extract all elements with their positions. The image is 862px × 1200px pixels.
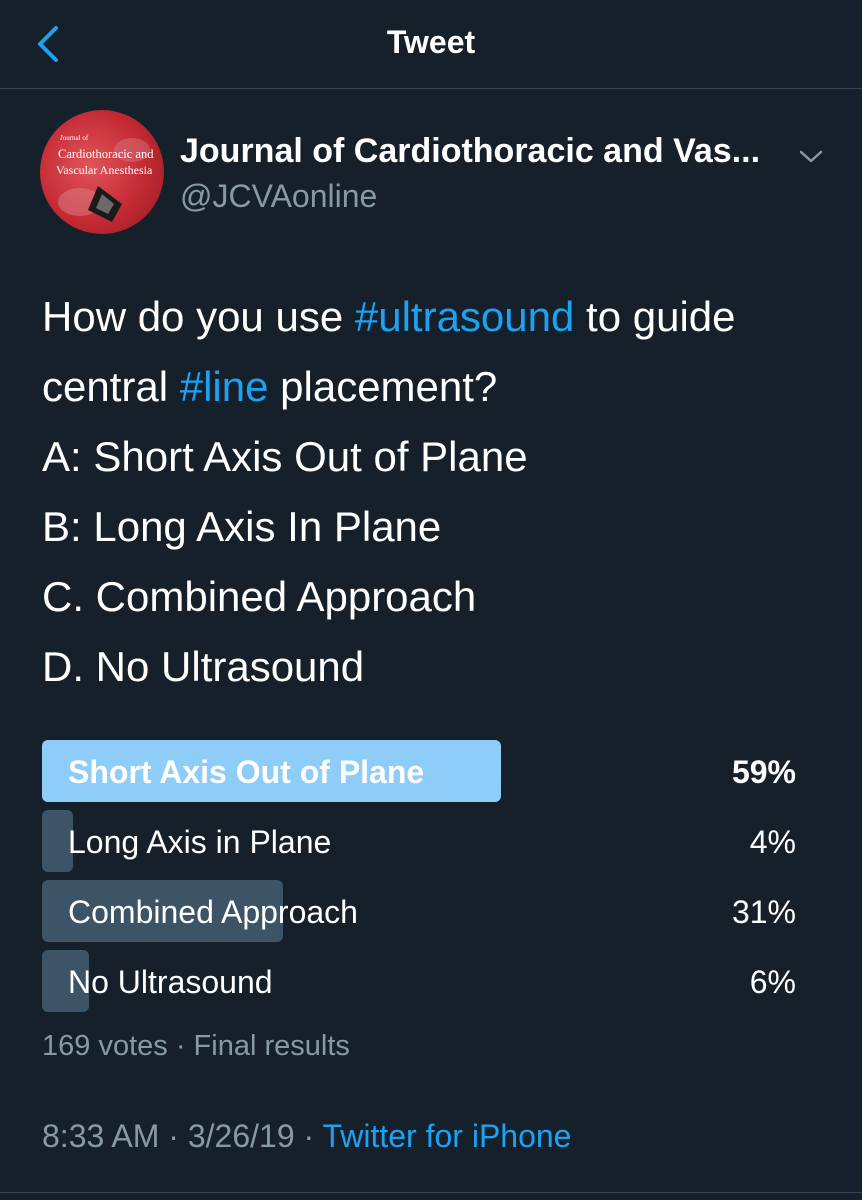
separator: · — [159, 1118, 188, 1154]
tweet-text-segment: How do you use — [42, 293, 355, 340]
tweet-text-segment: to guide — [574, 293, 736, 340]
tweet-option-b: B: Long Axis In Plane — [42, 503, 442, 550]
poll-option-label: Long Axis in Plane — [68, 824, 332, 860]
divider — [0, 1192, 862, 1193]
chevron-down-icon — [799, 150, 823, 163]
poll: Short Axis Out of Plane 59% Long Axis in… — [42, 740, 796, 1020]
logo-text-2: Cardiothoracic and — [58, 147, 154, 161]
tweet-author: Journal of Cardiothoracic and Vascular A… — [40, 110, 830, 234]
tweet-option-a: A: Short Axis Out of Plane — [42, 433, 528, 480]
poll-votes: 169 votes — [42, 1030, 168, 1062]
tweet-source-link[interactable]: Twitter for iPhone — [322, 1118, 571, 1154]
tweet-line: How do you use #ultrasound to guide — [42, 282, 832, 352]
separator: · — [294, 1118, 323, 1154]
tweet-line: central #line placement? — [42, 352, 832, 422]
avatar[interactable]: Journal of Cardiothoracic and Vascular A… — [40, 110, 164, 234]
separator: · — [167, 1030, 194, 1062]
tweet-timestamp: 8:33 AM · 3/26/19 · Twitter for iPhone — [42, 1118, 571, 1155]
top-bar: Tweet — [0, 0, 862, 89]
author-handle[interactable]: @JCVAonline — [180, 178, 377, 215]
poll-option-percent: 31% — [731, 894, 796, 930]
author-name[interactable]: Journal of Cardiothoracic and Vas... — [180, 132, 760, 171]
page-title: Tweet — [386, 24, 476, 60]
tweet-option-d: D. No Ultrasound — [42, 643, 365, 690]
journal-logo: Journal of Cardiothoracic and Vascular A… — [56, 134, 154, 222]
poll-option-label: Short Axis Out of Plane — [68, 754, 425, 790]
logo-text-3: Vascular Anesthesia — [56, 163, 153, 177]
tweet-date: 3/26/19 — [187, 1118, 295, 1154]
hashtag-ultrasound[interactable]: #ultrasound — [355, 293, 575, 340]
poll-option: Short Axis Out of Plane 59% — [42, 740, 796, 802]
tweet-text-segment: placement? — [268, 363, 498, 410]
poll-option: Combined Approach 31% — [42, 880, 796, 942]
logo-text-1: Journal of — [60, 134, 89, 142]
tweet-option-c: C. Combined Approach — [42, 573, 477, 620]
tweet-text: How do you use #ultrasound to guide cent… — [42, 282, 832, 702]
tweet-text-segment: central — [42, 363, 180, 410]
poll-summary: 169 votes · Final results — [42, 1030, 350, 1063]
poll-status: Final results — [193, 1030, 350, 1062]
poll-option-label: No Ultrasound — [68, 964, 273, 1000]
poll-option-percent: 4% — [749, 824, 796, 860]
hashtag-line[interactable]: #line — [180, 363, 269, 410]
tweet-time: 8:33 AM — [42, 1118, 160, 1154]
poll-option-percent: 6% — [749, 964, 796, 1000]
tweet-menu-button[interactable] — [798, 148, 824, 166]
poll-option-percent: 59% — [731, 754, 796, 790]
poll-option: No Ultrasound 6% — [42, 950, 796, 1012]
poll-option-label: Combined Approach — [68, 894, 358, 930]
poll-option: Long Axis in Plane 4% — [42, 810, 796, 872]
